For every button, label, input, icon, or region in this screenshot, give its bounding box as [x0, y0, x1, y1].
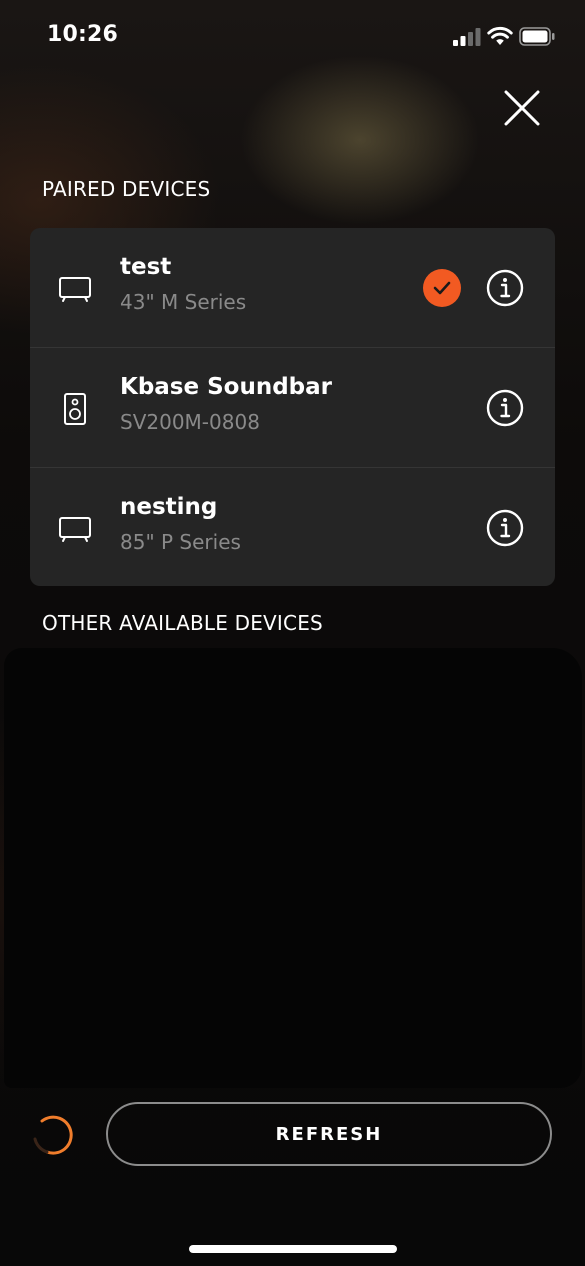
home-indicator	[189, 1245, 397, 1253]
device-row-kbase-soundbar[interactable]: Kbase Soundbar SV200M-0808	[30, 348, 555, 468]
loading-spinner-icon	[33, 1115, 73, 1155]
status-bar: 10:26	[0, 0, 585, 80]
info-icon[interactable]	[486, 269, 524, 307]
paired-devices-list: test 43" M Series Kbase Soundbar SV200M-…	[30, 228, 555, 586]
device-model: 43" M Series	[120, 290, 247, 314]
device-name: nesting	[120, 494, 218, 520]
device-row-test[interactable]: test 43" M Series	[30, 228, 555, 348]
other-devices-list	[4, 648, 582, 1088]
device-row-nesting[interactable]: nesting 85" P Series	[30, 468, 555, 586]
tv-icon	[59, 277, 91, 302]
status-time: 10:26	[47, 22, 119, 47]
other-devices-title: OTHER AVAILABLE DEVICES	[42, 611, 323, 635]
device-name: test	[120, 254, 172, 280]
tv-icon	[59, 517, 91, 542]
device-model: SV200M-0808	[120, 410, 260, 434]
selected-check-icon	[423, 269, 461, 307]
info-icon[interactable]	[486, 389, 524, 427]
battery-icon	[519, 27, 555, 46]
speaker-icon	[64, 393, 86, 425]
refresh-button[interactable]: REFRESH	[106, 1102, 552, 1166]
signal-icon	[453, 28, 481, 46]
close-icon[interactable]	[500, 86, 544, 130]
wifi-icon	[487, 26, 513, 45]
paired-devices-title: PAIRED DEVICES	[42, 177, 211, 201]
info-icon[interactable]	[486, 509, 524, 547]
device-name: Kbase Soundbar	[120, 374, 333, 400]
device-model: 85" P Series	[120, 530, 241, 554]
